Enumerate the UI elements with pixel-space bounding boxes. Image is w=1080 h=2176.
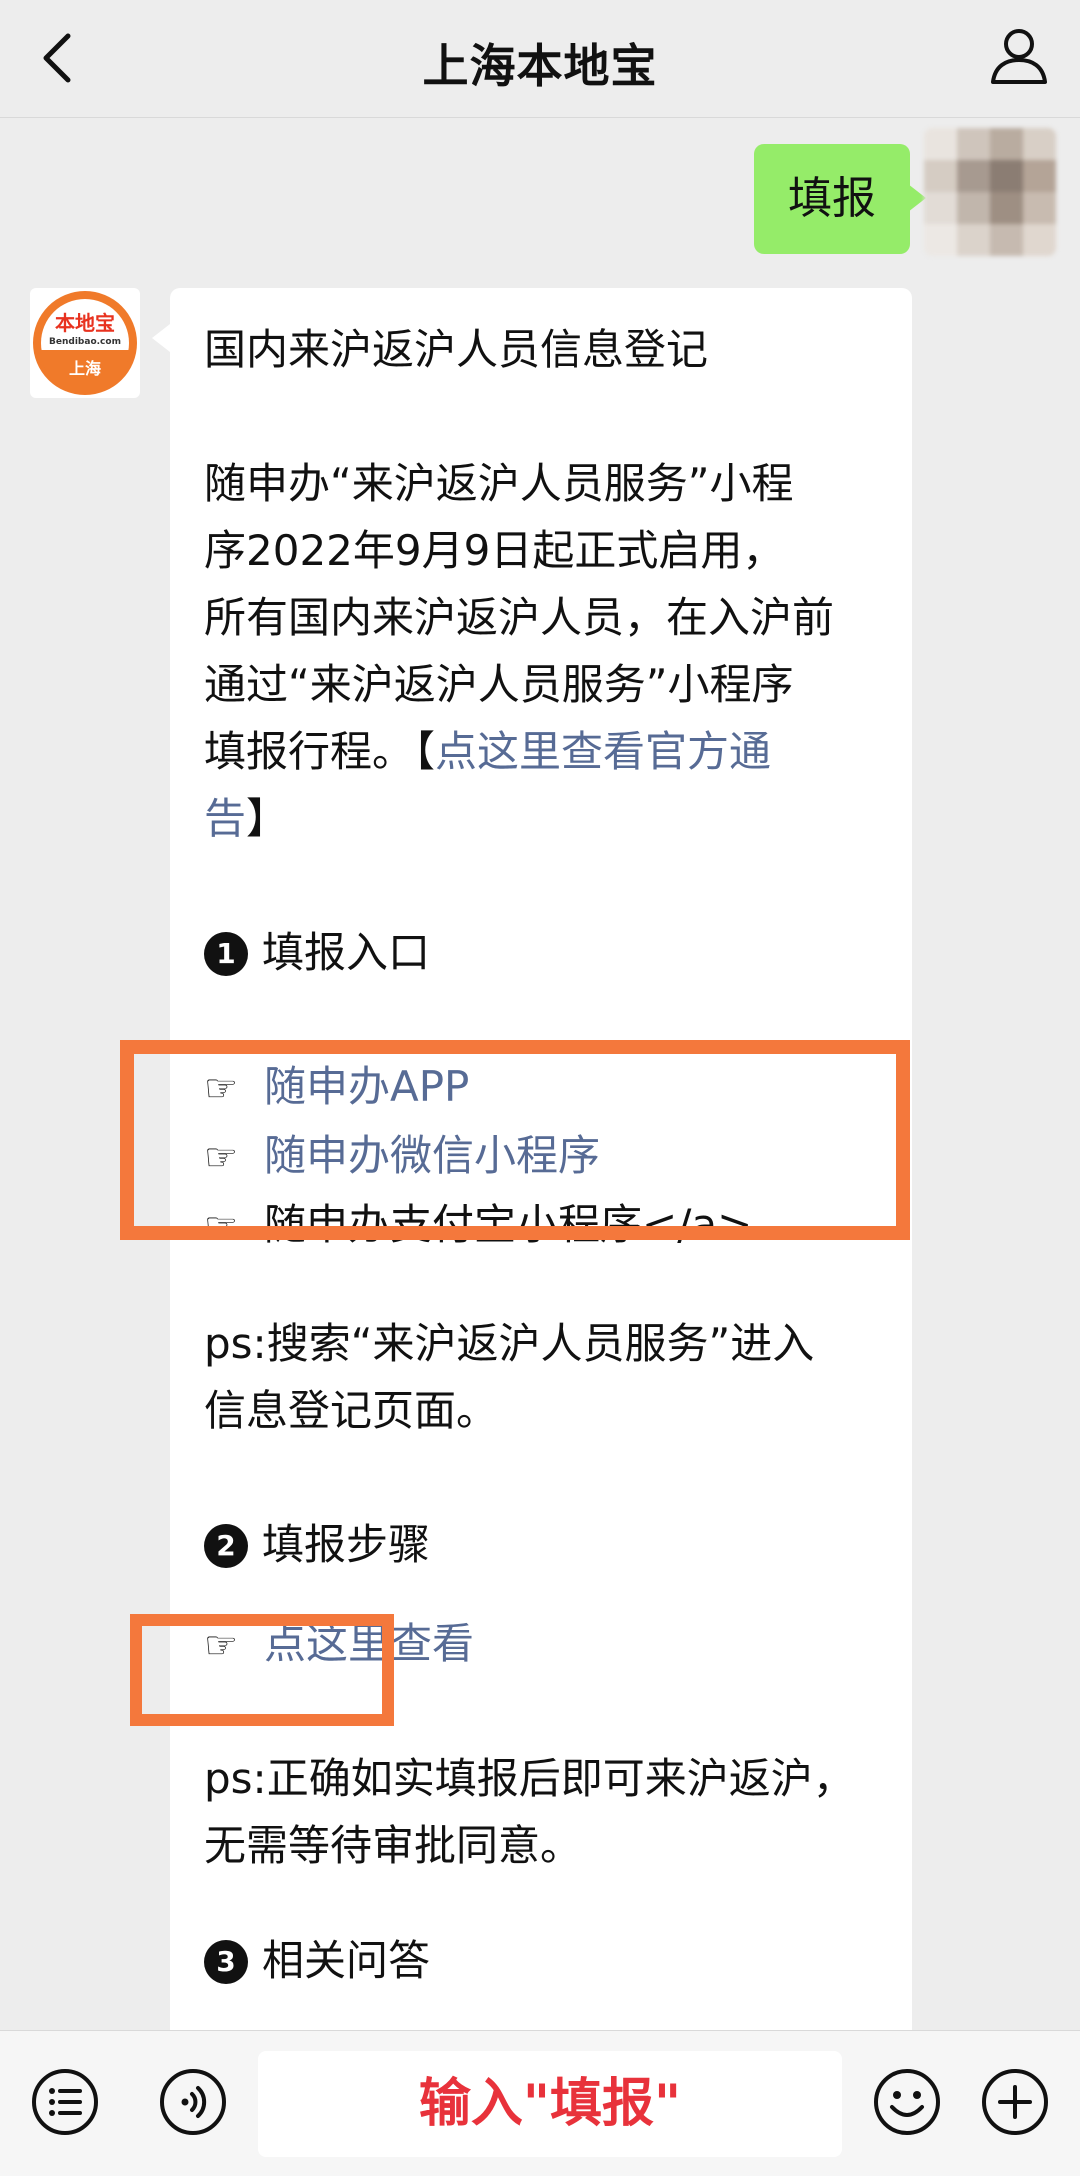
intro-line: 随申办“来沪返沪人员服务”小程 — [204, 459, 794, 508]
section-title: 填报入口 — [262, 928, 431, 977]
logo-domain-text: Bendibao.com — [49, 337, 121, 347]
number-badge-3: 3 — [204, 1940, 248, 1984]
user-icon[interactable] — [986, 22, 1052, 88]
ps-note: 无需等待审批同意。 — [204, 1821, 583, 1870]
sent-message-bubble[interactable]: 填报 — [754, 144, 926, 254]
entry-app-link[interactable]: 随申办APP — [264, 1062, 469, 1111]
intro-tail-text: 填报行程。【 — [204, 727, 436, 776]
pointing-hand-icon: ☞ — [204, 1623, 239, 1667]
voice-icon[interactable] — [158, 2067, 228, 2137]
section-heading-entry: 1 填报入口 — [204, 919, 878, 986]
ps-note: ps:正确如实填报后即可来沪返沪， — [204, 1754, 855, 1803]
pointing-hand-icon: ☞ — [204, 1135, 239, 1179]
logo-brand-text: 本地宝 — [55, 311, 115, 335]
section-title: 相关问答 — [262, 1936, 431, 1985]
ps-note: ps:搜索“来沪返沪人员服务”进入 — [204, 1319, 815, 1368]
message-title: 国内来沪返沪人员信息登记 — [204, 325, 709, 374]
chat-input-bar: 输入"填报" — [0, 2030, 1080, 2176]
emoji-icon[interactable] — [872, 2067, 942, 2137]
number-badge-2: 2 — [204, 1524, 248, 1568]
official-notice-link[interactable]: 点这里查看官方通 — [435, 727, 771, 776]
intro-line: 序2022年9月9日起正式启用， — [204, 526, 785, 575]
intro-line: 通过“来沪返沪人员服务”小程序 — [204, 660, 794, 709]
chat-message-list[interactable]: 填报 本地宝 Bendibao.com 上海 国内来沪返沪人员信息登记 随申办“… — [0, 118, 1080, 2030]
steps-view-link[interactable]: 点这里查看 — [264, 1619, 474, 1668]
intro-line: 告】 — [204, 785, 878, 852]
chat-title: 上海本地宝 — [422, 39, 658, 93]
bracket-close: 】 — [246, 794, 289, 843]
plus-icon[interactable] — [980, 2067, 1050, 2137]
entry-wechat-link-row[interactable]: ☞ 随申办微信小程序 — [204, 1122, 878, 1191]
list-menu-icon[interactable] — [30, 2067, 100, 2137]
entry-alipay-row: ☞ 随申办支付宝小程序</a> — [204, 1191, 878, 1260]
official-notice-link-continued[interactable]: 告 — [204, 794, 246, 843]
entry-app-link-row[interactable]: ☞ 随申办APP — [204, 1053, 878, 1122]
section-heading-faq: 3 相关问答 — [204, 1927, 878, 1994]
intro-line: 所有国内来沪返沪人员，在入沪前 — [204, 593, 835, 642]
top-navigation-bar: 上海本地宝 — [0, 0, 1080, 118]
section-heading-steps: 2 填报步骤 — [204, 1511, 878, 1578]
logo-city-text: 上海 — [69, 359, 101, 378]
intro-line: 填报行程。【点这里查看官方通 — [204, 718, 878, 785]
pointing-hand-icon: ☞ — [204, 1066, 239, 1110]
my-avatar[interactable] — [924, 128, 1056, 256]
entry-alipay-text: 随申办支付宝小程序</a> — [264, 1200, 753, 1249]
steps-link-row[interactable]: ☞ 点这里查看 — [204, 1610, 878, 1679]
received-message-bubble[interactable]: 国内来沪返沪人员信息登记 随申办“来沪返沪人员服务”小程 序2022年9月9日起… — [152, 288, 912, 2030]
section-title: 填报步骤 — [262, 1520, 431, 1569]
entry-wechat-miniprogram-link[interactable]: 随申办微信小程序 — [264, 1131, 600, 1180]
bendibao-logo: 本地宝 Bendibao.com 上海 — [33, 291, 137, 395]
pointing-hand-icon: ☞ — [204, 1204, 239, 1248]
ps-note: 信息登记页面。 — [204, 1386, 499, 1435]
message-input[interactable]: 输入"填报" — [258, 2051, 842, 2157]
number-badge-1: 1 — [204, 932, 248, 976]
official-account-avatar[interactable]: 本地宝 Bendibao.com 上海 — [30, 288, 140, 398]
